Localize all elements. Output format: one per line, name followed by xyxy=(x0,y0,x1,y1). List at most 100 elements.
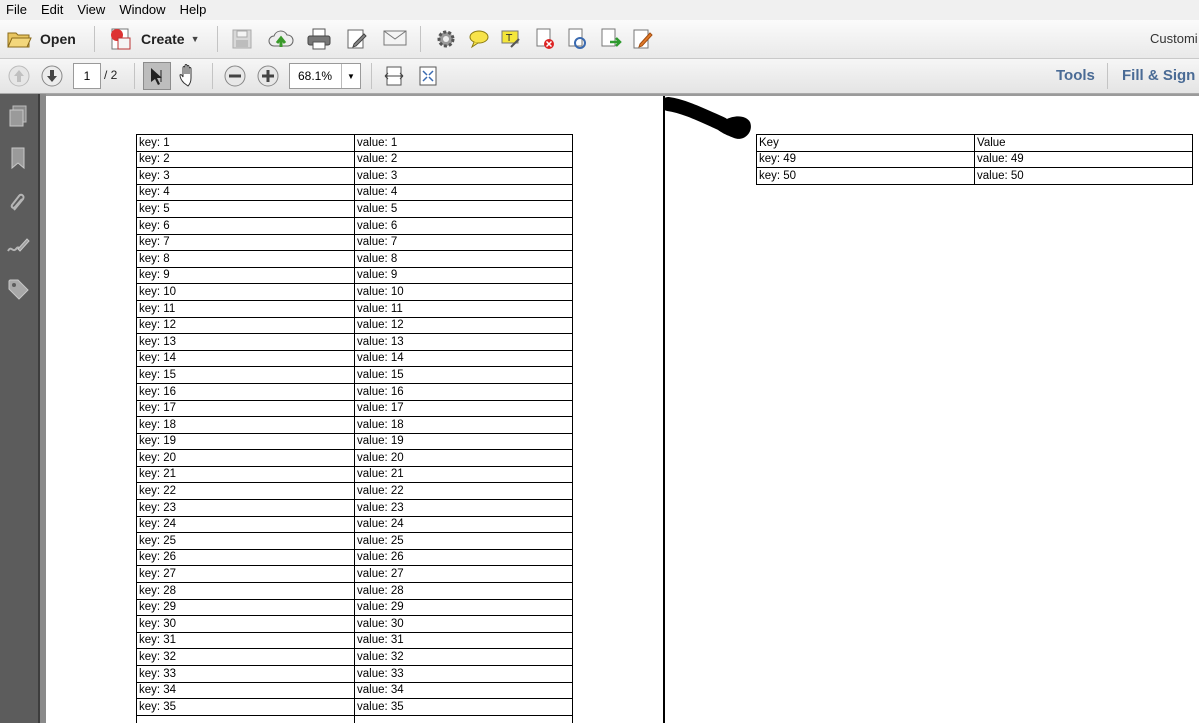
zoom-out-button[interactable] xyxy=(223,64,247,88)
table-row: key: 32 value: 32 xyxy=(136,648,573,666)
value-cell xyxy=(354,714,573,723)
signature-icon[interactable] xyxy=(6,234,30,258)
table-row: key: 17 value: 17 xyxy=(136,399,573,418)
value-cell: value: 14 xyxy=(354,349,573,368)
value-cell: value: 18 xyxy=(354,416,573,434)
key-cell: key: 27 xyxy=(136,565,355,584)
key-cell: key: 24 xyxy=(136,515,355,534)
zoom-select[interactable]: 68.1% ▼ xyxy=(289,63,361,89)
extract-page-button[interactable] xyxy=(598,27,624,51)
value-cell: value: 3 xyxy=(354,167,573,185)
value-cell: value: 4 xyxy=(354,183,573,202)
table-row: key: 15 value: 15 xyxy=(136,366,573,384)
full-screen-button[interactable] xyxy=(416,64,440,88)
page-total-label: / 2 xyxy=(104,68,118,82)
key-cell: key: 14 xyxy=(136,349,355,368)
chevron-down-icon: ▼ xyxy=(190,34,200,44)
cursor-arrow-icon xyxy=(147,66,167,86)
create-button[interactable]: Create ▼ xyxy=(108,26,200,52)
table-row: key: 27 value: 27 xyxy=(136,565,573,584)
menu-edit[interactable]: Edit xyxy=(34,0,70,20)
table-row: key: 30 value: 30 xyxy=(136,615,573,633)
settings-button[interactable] xyxy=(434,27,458,51)
customize-button[interactable]: Customi xyxy=(1150,31,1198,46)
key-cell: key: 30 xyxy=(136,615,355,633)
sign-document-button[interactable] xyxy=(631,27,655,51)
key-cell: key: 7 xyxy=(136,233,355,252)
key-cell: key: 23 xyxy=(136,499,355,517)
value-cell: value: 23 xyxy=(354,499,573,517)
comment-button[interactable] xyxy=(467,27,491,51)
key-cell: key: 22 xyxy=(136,482,355,501)
delete-page-button[interactable] xyxy=(533,27,557,51)
value-cell: value: 16 xyxy=(354,382,573,401)
create-pdf-icon xyxy=(108,26,134,52)
previous-page-button[interactable] xyxy=(7,64,31,88)
table-row: key: 13 value: 13 xyxy=(136,333,573,351)
menu-file[interactable]: File xyxy=(0,0,34,20)
key-cell: key: 17 xyxy=(136,399,355,418)
save-icon xyxy=(230,27,254,51)
hand-tool-button[interactable] xyxy=(177,63,201,87)
tools-panel-button[interactable]: Tools xyxy=(1056,67,1095,84)
value-cell: value: 24 xyxy=(354,515,573,534)
value-cell: value: 27 xyxy=(354,565,573,584)
value-cell: value: 34 xyxy=(354,681,573,700)
key-cell: key: 35 xyxy=(136,698,355,716)
folder-icon xyxy=(6,28,32,50)
fill-sign-panel-button[interactable]: Fill & Sign xyxy=(1122,67,1195,84)
highlight-text-button[interactable]: T xyxy=(499,27,523,51)
save-button[interactable] xyxy=(230,27,254,51)
arrow-down-icon xyxy=(40,64,64,88)
zoom-in-button[interactable] xyxy=(256,64,280,88)
table-row: key: 26 value: 26 xyxy=(136,548,573,567)
key-cell: key: 32 xyxy=(136,648,355,666)
toolbar-divider xyxy=(371,63,372,89)
main-toolbar: Open Create ▼ T Customi xyxy=(0,20,1199,59)
table-row: key: 20 value: 20 xyxy=(136,449,573,467)
pages-icon[interactable] xyxy=(6,104,30,128)
value-cell: value: 25 xyxy=(354,532,573,550)
key-cell: key: 6 xyxy=(136,216,355,235)
key-cell: key: 28 xyxy=(136,582,355,600)
key-cell: key: 33 xyxy=(136,665,355,683)
bookmark-icon[interactable] xyxy=(6,146,30,170)
email-button[interactable] xyxy=(382,27,408,49)
key-cell: key: 29 xyxy=(136,598,355,617)
table-row: key: 3 value: 3 xyxy=(136,167,573,185)
table-row: key: 1 value: 1 xyxy=(136,134,573,152)
plus-circle-icon xyxy=(256,64,280,88)
print-button[interactable] xyxy=(306,27,332,51)
speech-bubble-icon xyxy=(467,27,491,51)
table-row: key: 29 value: 29 xyxy=(136,598,573,617)
paperclip-icon[interactable] xyxy=(6,190,30,214)
key-cell: key: 5 xyxy=(136,200,355,218)
page-number-input[interactable]: 1 xyxy=(73,63,101,89)
menu-help[interactable]: Help xyxy=(173,0,214,20)
fit-width-button[interactable] xyxy=(382,64,406,88)
key-cell: key: 1 xyxy=(136,134,355,152)
table-row: key: 23 value: 23 xyxy=(136,499,573,517)
open-label: Open xyxy=(40,31,76,47)
edit-document-button[interactable] xyxy=(345,27,369,51)
toolbar-divider xyxy=(94,26,95,52)
rotate-page-button[interactable] xyxy=(565,27,589,51)
table-row: key: 50 value: 50 xyxy=(756,167,1193,185)
tag-icon[interactable] xyxy=(6,277,30,301)
open-button[interactable]: Open xyxy=(6,27,76,51)
value-cell: value: 10 xyxy=(354,283,573,301)
next-page-button[interactable] xyxy=(40,64,64,88)
menu-window[interactable]: Window xyxy=(112,0,172,20)
table-row: key: 33 value: 33 xyxy=(136,665,573,683)
navigation-toolbar: 1 / 2 68.1% ▼ Tools Fill & Sign xyxy=(0,59,1199,94)
envelope-icon xyxy=(382,27,408,49)
printer-icon xyxy=(306,27,332,51)
key-cell: key: 49 xyxy=(756,150,975,169)
table-row: key: 35 value: 35 xyxy=(136,698,573,716)
menu-view[interactable]: View xyxy=(70,0,112,20)
value-cell: value: 31 xyxy=(354,631,573,650)
key-cell xyxy=(136,714,355,723)
value-cell: value: 22 xyxy=(354,482,573,501)
upload-button[interactable] xyxy=(267,27,295,51)
select-tool-button[interactable] xyxy=(143,62,171,90)
